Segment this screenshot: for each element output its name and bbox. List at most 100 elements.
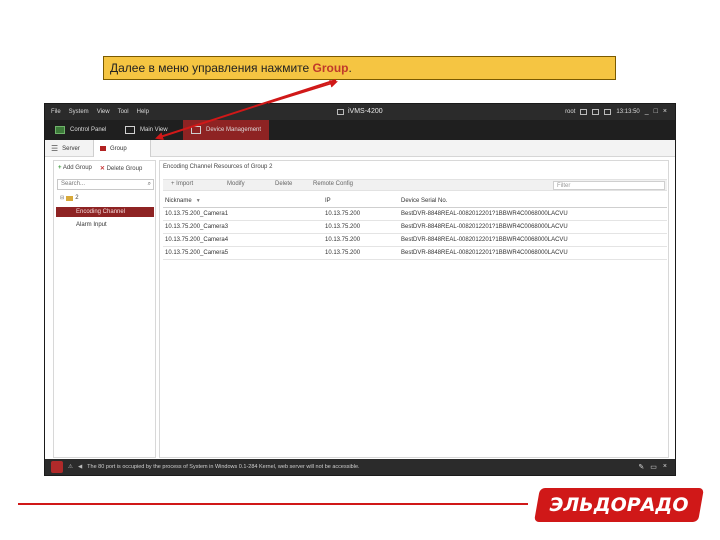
collapse-icon[interactable]: ⊟	[60, 195, 64, 201]
instruction-highlight: Group	[312, 61, 349, 75]
list-icon: ☰	[51, 144, 59, 153]
column-header-serial[interactable]: Device Serial No.	[399, 195, 667, 208]
column-header-nickname[interactable]: Nickname ▼	[163, 195, 323, 208]
status-bar: ⚠ ◀ The 80 port is occupied by the proce…	[45, 459, 675, 475]
cell-serial: BestDVR-8848REAL-0082012201?1BBWR4C00680…	[399, 246, 667, 260]
brand-logo: ЭЛЬДОРАДО	[534, 488, 704, 522]
device-management-icon	[191, 126, 201, 134]
menu-view[interactable]: View	[97, 109, 110, 115]
delete-group-label: Delete Group	[106, 166, 143, 172]
import-label: Import	[176, 181, 194, 187]
tree-item-alarm-input[interactable]: Alarm Input	[56, 220, 154, 230]
app-logo-icon	[337, 108, 344, 115]
resources-panel: Encoding Channel Resources of Group 2 + …	[159, 160, 669, 458]
remote-config-button[interactable]: Remote Config	[313, 181, 353, 187]
panel-title: Encoding Channel Resources of Group 2	[163, 164, 273, 170]
table-row[interactable]: 10.13.75.200_Camera5 10.13.75.200 BestDV…	[163, 246, 667, 260]
cell-serial: BestDVR-8848REAL-0082012201?1BBWR4C00680…	[399, 233, 667, 247]
column-label: IP	[325, 197, 331, 204]
table-header-row: Nickname ▼ IP Device Serial No.	[163, 195, 667, 208]
menu-help[interactable]: Help	[137, 109, 149, 115]
tab-server[interactable]: ☰ Server	[45, 140, 86, 157]
main-tab-bar: Control Panel Main View Device Managemen…	[45, 120, 675, 140]
user-icon[interactable]	[604, 108, 612, 115]
table-row[interactable]: 10.13.75.200_Camera3 10.13.75.200 BestDV…	[163, 220, 667, 234]
column-label: Device Serial No.	[401, 197, 448, 204]
cell-ip: 10.13.75.200	[323, 207, 399, 221]
filter-input[interactable]: Filter	[553, 181, 665, 190]
tab-label: Group	[110, 145, 127, 152]
arrow-to-title-word	[267, 79, 338, 104]
tab-control-panel[interactable]: Control Panel	[47, 120, 115, 140]
maximize-button[interactable]: □	[654, 108, 658, 115]
resources-toolbar: + Import Modify Delete Remote Config Fil…	[163, 179, 667, 191]
instruction-callout: Далее в меню управления нажмите Group.	[103, 56, 616, 80]
group-tree-panel: + Add Group ✕ Delete Group Search... ⌕ ⊟…	[53, 160, 156, 458]
resources-table: Nickname ▼ IP Device Serial No. 10.13.75.…	[163, 195, 667, 260]
tab-label: Server	[62, 145, 80, 152]
sort-icon: ▼	[195, 197, 201, 204]
close-icon[interactable]: ×	[663, 463, 667, 471]
menu-file[interactable]: File	[51, 109, 61, 115]
add-group-label: Add Group	[62, 165, 92, 171]
group-icon	[100, 146, 106, 151]
menu-bar-right: root 13:13:50 _ □ ×	[565, 108, 667, 115]
warning-icon[interactable]: ⚠	[68, 464, 73, 470]
sub-tab-bar: ☰ Server Group	[45, 140, 675, 157]
menu-bar: File System View Tool Help iVMS-4200 roo…	[45, 104, 675, 120]
tab-label: Control Panel	[70, 127, 107, 133]
tab-label: Device Management	[206, 127, 262, 133]
alarm-icon[interactable]	[51, 461, 63, 473]
brand-logo-text: ЭЛЬДОРАДО	[549, 494, 689, 516]
tab-device-management[interactable]: Device Management	[183, 120, 269, 140]
tab-main-view[interactable]: Main View	[117, 120, 181, 140]
user-name: root	[565, 108, 576, 115]
minimize-button[interactable]: _	[645, 108, 649, 115]
search-icon[interactable]: ⌕	[148, 180, 151, 189]
close-button[interactable]: ×	[663, 108, 667, 115]
app-window: File System View Tool Help iVMS-4200 roo…	[44, 103, 676, 476]
cell-nickname: 10.13.75.200_Camera3	[163, 220, 323, 234]
modify-button[interactable]: Modify	[227, 181, 245, 187]
status-left: ⚠ ◀ The 80 port is occupied by the proce…	[51, 461, 360, 473]
tree-root-node[interactable]: ⊟ 2	[60, 195, 79, 201]
delete-group-button[interactable]: ✕ Delete Group	[100, 165, 142, 172]
tab-label: Main View	[140, 127, 168, 133]
tree-item-encoding-channel[interactable]: Encoding Channel	[56, 207, 154, 217]
monitor-icon[interactable]	[592, 108, 600, 115]
plus-icon: +	[58, 165, 62, 171]
cell-ip: 10.13.75.200	[323, 233, 399, 247]
cell-nickname: 10.13.75.200_Camera4	[163, 233, 323, 247]
pin-icon[interactable]: ✎	[638, 463, 644, 471]
clock-time: 13:13:50	[616, 108, 640, 115]
app-title: iVMS-4200	[348, 108, 383, 115]
lock-icon[interactable]	[580, 108, 588, 115]
folder-icon	[66, 195, 74, 201]
column-header-ip[interactable]: IP	[323, 195, 399, 208]
import-button[interactable]: + Import	[171, 181, 193, 187]
table-row[interactable]: 10.13.75.200_Camera4 10.13.75.200 BestDV…	[163, 233, 667, 247]
main-view-icon	[125, 126, 135, 134]
search-input[interactable]: Search... ⌕	[57, 179, 154, 190]
add-group-button[interactable]: + Add Group	[58, 165, 92, 172]
instruction-tail: .	[348, 61, 352, 75]
cell-ip: 10.13.75.200	[323, 246, 399, 260]
menu-tool[interactable]: Tool	[118, 109, 129, 115]
instruction-text: Далее в меню управления нажмите	[110, 61, 313, 75]
group-actions: + Add Group ✕ Delete Group	[58, 165, 142, 172]
status-message: The 80 port is occupied by the process o…	[87, 464, 360, 470]
search-placeholder: Search...	[61, 181, 86, 187]
menu-system[interactable]: System	[69, 109, 89, 115]
slide: Далее в меню управления нажмите Group. F…	[0, 0, 720, 540]
restore-icon[interactable]: ▭	[650, 463, 657, 471]
tree-root-label: 2	[75, 195, 79, 201]
cell-nickname: 10.13.75.200_Camera5	[163, 246, 323, 260]
sound-icon[interactable]: ◀	[78, 464, 82, 470]
tab-group[interactable]: Group	[93, 140, 151, 157]
column-label: Nickname	[165, 197, 192, 204]
delete-button[interactable]: Delete	[275, 181, 292, 187]
cell-serial: BestDVR-8848REAL-0082012201?1BBWR4C00680…	[399, 207, 667, 221]
table-row[interactable]: 10.13.75.200_Camera1 10.13.75.200 BestDV…	[163, 207, 667, 221]
status-right: ✎ ▭ ×	[638, 463, 667, 471]
cell-ip: 10.13.75.200	[323, 220, 399, 234]
